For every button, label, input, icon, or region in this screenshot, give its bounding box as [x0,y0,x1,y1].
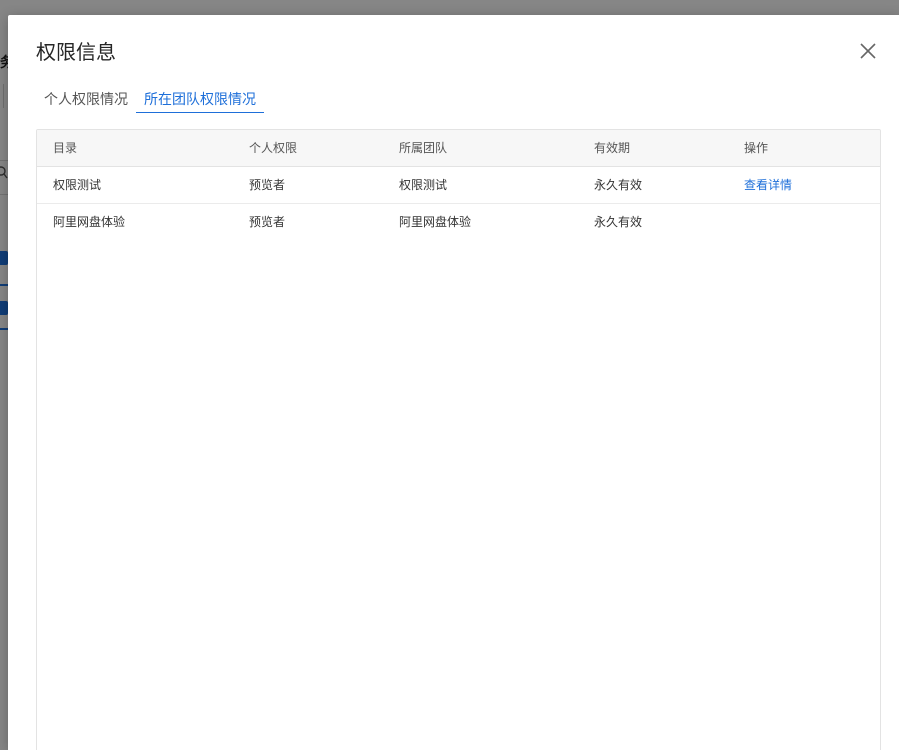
table-header: 目录 个人权限 所属团队 有效期 操作 [37,130,880,167]
close-icon [860,43,876,59]
cell-permission: 预览者 [249,178,286,192]
column-header-action: 操作 [744,141,769,155]
cell-team: 阿里网盘体验 [399,215,472,229]
column-header-personal-permission: 个人权限 [249,141,298,155]
cell-directory: 阿里网盘体验 [53,215,126,229]
permission-info-dialog: 权限信息 个人权限情况 所在团队权限情况 目录 个人权限 所属团队 有效期 操作… [8,15,899,750]
table-row: 阿里网盘体验 预览者 阿里网盘体验 永久有效 [37,204,880,240]
tab-team-permissions[interactable]: 所在团队权限情况 [136,88,264,113]
column-header-directory: 目录 [53,141,78,155]
column-header-validity: 有效期 [594,141,631,155]
close-button[interactable] [856,39,880,63]
cell-team: 权限测试 [399,178,448,192]
permissions-table: 目录 个人权限 所属团队 有效期 操作 权限测试 预览者 权限测试 永久有效 查… [36,129,881,750]
cell-permission: 预览者 [249,215,286,229]
table-row: 权限测试 预览者 权限测试 永久有效 查看详情 [37,167,880,204]
cell-validity: 永久有效 [594,215,643,229]
column-header-team: 所属团队 [399,141,448,155]
cell-validity: 永久有效 [594,178,643,192]
permission-tabs: 个人权限情况 所在团队权限情况 [36,88,264,114]
view-details-link[interactable]: 查看详情 [744,167,792,203]
tab-personal-permissions[interactable]: 个人权限情况 [36,88,136,112]
dialog-title: 权限信息 [36,40,116,64]
cell-directory: 权限测试 [53,178,102,192]
